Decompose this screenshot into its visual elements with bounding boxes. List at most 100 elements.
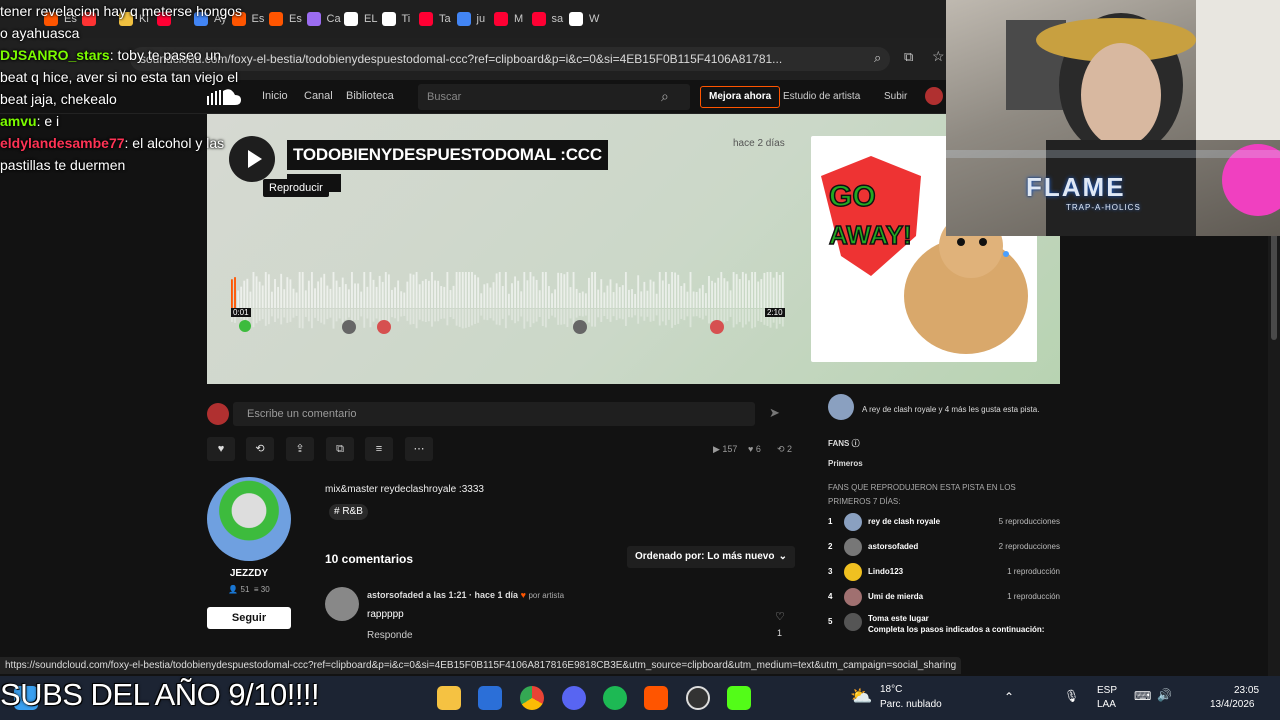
waveform-bar — [474, 274, 476, 308]
waveform-reflection-bar — [643, 309, 646, 321]
install-icon[interactable]: ⧉ — [904, 49, 913, 65]
mic-icon[interactable]: 🎙 — [1064, 689, 1079, 703]
waveform-bar — [711, 280, 713, 308]
browser-tab[interactable]: Ca — [306, 8, 341, 30]
waveform-reflection-bar — [427, 309, 430, 322]
waveform-reflection-bar — [261, 309, 264, 320]
comment-author[interactable]: astorsofaded a las 1:21 · hace 1 día — [367, 590, 518, 600]
fan-row[interactable]: 2 astorsofaded 2 reproducciones — [828, 538, 1060, 556]
nav-library[interactable]: Biblioteca — [346, 90, 394, 102]
upload-link[interactable]: Subir — [884, 91, 907, 102]
zoom-icon[interactable]: ⌕ — [874, 50, 881, 66]
language-sub[interactable]: LAA — [1097, 699, 1116, 710]
language-indicator[interactable]: ESP — [1097, 685, 1117, 696]
tray-chevron-icon[interactable]: ⌃ — [1004, 690, 1014, 704]
search-icon[interactable]: ⌕ — [661, 88, 669, 105]
send-icon[interactable]: ➤ — [769, 405, 780, 421]
waveform-bar — [615, 283, 618, 308]
reply-link[interactable]: Responde — [367, 630, 413, 641]
waveform[interactable] — [231, 272, 785, 332]
copy-link-button[interactable]: ⧉ — [326, 437, 354, 461]
search-input[interactable]: Buscar — [418, 84, 690, 110]
fan-row[interactable]: 4 Umi de mierda 1 reproducción — [828, 588, 1060, 606]
clock-date[interactable]: 13/4/2026 — [1210, 699, 1255, 710]
waveform-bar — [612, 292, 615, 308]
fan-row[interactable]: 1 rey de clash royale 5 reproducciones — [828, 513, 1060, 531]
webcam-brand-sub: TRAP-A-HOLICS — [1066, 203, 1141, 212]
waveform-bar — [674, 272, 677, 308]
kick-icon[interactable] — [727, 686, 751, 710]
fan-name[interactable]: Lindo123 — [868, 567, 903, 576]
info-icon[interactable]: ⓘ — [852, 439, 860, 448]
likers-text[interactable]: A rey de clash royale y 4 más les gusta … — [862, 405, 1039, 414]
waveform-reflection-bar — [301, 309, 304, 329]
webcam-brand: FLAME — [1026, 172, 1126, 202]
fan-name[interactable]: rey de clash royale — [868, 517, 940, 526]
repost-button[interactable]: ⟲ — [246, 437, 274, 461]
track-hero: TODOBIENYDESPUESTODOMAL :CCC Reproducir … — [207, 114, 1060, 384]
volume-icon[interactable]: 🔊 — [1157, 688, 1172, 702]
user-avatar[interactable] — [925, 87, 943, 105]
comment-like-icon[interactable]: ♡ — [775, 610, 785, 623]
nav-home[interactable]: Inicio — [262, 90, 288, 102]
waveform-reflection-bar — [557, 309, 560, 325]
chat-message: DJSANRO_stars: toby te paseo un beat q h… — [0, 44, 250, 110]
waveform-reflection-bar — [354, 309, 356, 321]
liker-avatar[interactable] — [828, 394, 854, 420]
upgrade-button[interactable]: Mejora ahora — [700, 86, 781, 108]
waveform-reflection-bar — [686, 309, 689, 317]
fan-name[interactable]: astorsofaded — [868, 542, 918, 551]
plays-count: ▶ 157 — [713, 444, 738, 454]
artist-avatar[interactable] — [207, 477, 291, 561]
fan-name[interactable]: Umi de mierda — [868, 592, 923, 601]
spotify-icon[interactable] — [603, 686, 627, 710]
soundcloud-app-icon[interactable] — [644, 686, 668, 710]
comment-marker-avatar[interactable] — [239, 320, 251, 332]
comment-marker-avatar[interactable] — [573, 320, 587, 334]
browser-tab[interactable]: ju — [456, 8, 485, 30]
browser-tab[interactable]: sa — [531, 8, 563, 30]
weather-desc[interactable]: Parc. nublado — [880, 699, 942, 710]
wifi-icon[interactable]: ⌨ — [1134, 689, 1151, 703]
weather-icon[interactable]: ⛅ — [850, 686, 872, 707]
comment-input[interactable]: Escribe un comentario — [233, 402, 755, 426]
first-fans-tab[interactable]: Primeros — [828, 459, 863, 468]
comment-marker-avatar[interactable] — [342, 320, 356, 334]
browser-tab[interactable]: EL — [344, 8, 377, 30]
taskbar-app-icon[interactable] — [437, 686, 461, 710]
browser-tab[interactable]: Ta — [419, 8, 451, 30]
share-button[interactable]: ⇪ — [286, 437, 314, 461]
add-to-next-up-button[interactable]: ≡ — [365, 437, 393, 461]
comment-marker-avatar[interactable] — [710, 320, 724, 334]
chrome-icon[interactable] — [520, 686, 544, 710]
artist-studio-link[interactable]: Estudio de artista — [783, 91, 860, 102]
obs-icon[interactable] — [686, 686, 710, 710]
waveform-bar — [748, 280, 750, 308]
more-button[interactable]: ⋯ — [405, 437, 433, 461]
follow-button[interactable]: Seguir — [207, 607, 291, 629]
browser-tab[interactable]: W — [569, 8, 599, 30]
artist-name[interactable]: JEZZDY — [207, 568, 291, 579]
slot-title: Toma este lugar — [868, 614, 929, 623]
browser-tab[interactable]: Ti — [381, 8, 410, 30]
bookmark-star-icon[interactable]: ☆ — [932, 48, 945, 65]
nav-feed[interactable]: Canal — [304, 90, 333, 102]
like-button[interactable]: ♥ — [207, 437, 235, 461]
genre-tag[interactable]: # R&B — [329, 504, 368, 520]
clock-time[interactable]: 23:05 — [1234, 685, 1259, 696]
fan-row[interactable]: 3 Lindo123 1 reproducción — [828, 563, 1060, 581]
waveform-bar — [646, 290, 649, 308]
waveform-reflection-bar — [271, 309, 273, 317]
comment-author-avatar[interactable] — [325, 587, 359, 621]
discord-icon[interactable] — [562, 686, 586, 710]
waveform-reflection-bar — [544, 309, 547, 328]
comment-sort-dropdown[interactable]: Ordenado por: Lo más nuevo ⌄ — [627, 546, 795, 568]
weather-temp[interactable]: 18°C — [880, 684, 902, 695]
waveform-bar — [526, 280, 529, 308]
taskbar-app-icon[interactable] — [478, 686, 502, 710]
browser-tab[interactable]: Es — [269, 8, 302, 30]
comment-marker-avatar[interactable] — [377, 320, 391, 334]
waveform-reflection-bar — [483, 309, 486, 320]
waveform-reflection-bar — [304, 309, 307, 317]
browser-tab[interactable]: M — [494, 8, 523, 30]
